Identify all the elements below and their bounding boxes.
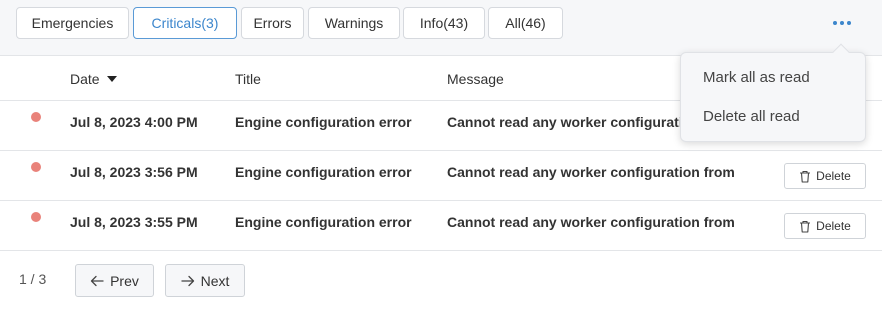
arrow-right-icon (180, 275, 194, 286)
sort-descending-icon (106, 75, 117, 82)
row-date: Jul 8, 2023 3:55 PM (70, 214, 198, 230)
mark-all-read-menu-item[interactable]: Mark all as read (703, 69, 810, 86)
prev-button[interactable]: Prev (75, 264, 154, 297)
tab-warnings[interactable]: Warnings (308, 7, 400, 39)
row-title: Engine configuration error (235, 164, 412, 180)
unread-status-dot (31, 212, 41, 222)
title-column-header: Title (235, 70, 261, 87)
tab-criticals[interactable]: Criticals(3) (133, 7, 237, 39)
tab-emergencies[interactable]: Emergencies (16, 7, 129, 39)
prev-button-label: Prev (110, 272, 139, 289)
trash-icon (800, 170, 811, 183)
tab-all[interactable]: All(46) (488, 7, 563, 39)
more-options-menu: Mark all as read Delete all read (680, 52, 866, 142)
next-button[interactable]: Next (165, 264, 245, 297)
row-message: Cannot read any worker configuration fro… (447, 164, 735, 180)
trash-icon (800, 220, 811, 233)
next-button-label: Next (200, 272, 230, 289)
date-header-label: Date (70, 70, 100, 87)
delete-button[interactable]: Delete (784, 213, 866, 239)
pagination: 1 / 3 Prev Next (0, 252, 882, 315)
delete-button[interactable]: Delete (784, 163, 866, 189)
date-column-header[interactable]: Date (70, 56, 117, 101)
table-row[interactable]: Jul 8, 2023 3:55 PM Engine configuration… (0, 201, 882, 251)
row-message: Cannot read any worker configuration fro… (447, 214, 735, 230)
row-title: Engine configuration error (235, 214, 412, 230)
filter-toolbar: Emergencies Criticals(3) Errors Warnings… (0, 0, 882, 56)
tab-info[interactable]: Info(43) (403, 7, 485, 39)
row-date: Jul 8, 2023 3:56 PM (70, 164, 198, 180)
table-row[interactable]: Jul 8, 2023 3:56 PM Engine configuration… (0, 151, 882, 201)
delete-button-label: Delete (816, 219, 851, 233)
row-title: Engine configuration error (235, 114, 412, 130)
arrow-left-icon (90, 275, 104, 286)
unread-status-dot (31, 112, 41, 122)
message-column-header: Message (447, 70, 504, 87)
unread-status-dot (31, 162, 41, 172)
delete-button-label: Delete (816, 169, 851, 183)
more-options-icon[interactable] (826, 12, 858, 34)
tab-errors[interactable]: Errors (241, 7, 304, 39)
delete-all-read-menu-item[interactable]: Delete all read (703, 108, 800, 125)
row-date: Jul 8, 2023 4:00 PM (70, 114, 198, 130)
page-indicator: 1 / 3 (19, 271, 47, 287)
